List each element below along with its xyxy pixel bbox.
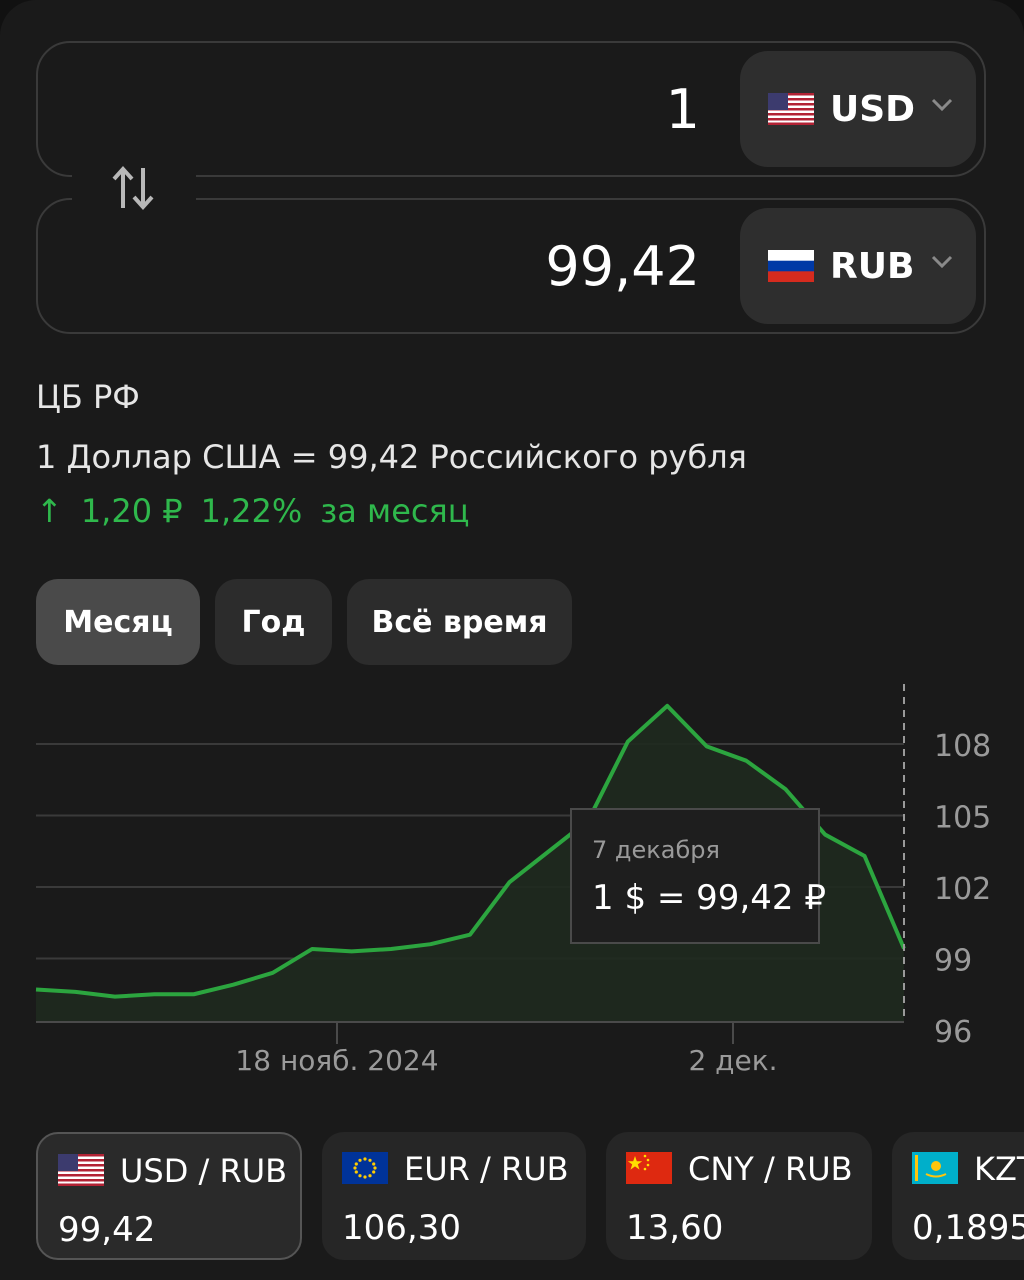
pair-name: EUR / RUB xyxy=(404,1150,569,1188)
converter-card: 1 USD 99,42 RUB ЦБ РФ 1 Доллар США = 99,… xyxy=(0,0,1024,1280)
pair-value: 106,30 xyxy=(342,1208,461,1248)
change-period: за месяц xyxy=(320,492,470,530)
swap-currencies-button[interactable] xyxy=(104,160,162,216)
from-currency-code: USD xyxy=(830,88,916,130)
pair-usd-rub[interactable]: USD / RUB 99,42 xyxy=(36,1132,302,1260)
swap-arrows-icon xyxy=(112,166,154,210)
pair-cny-rub[interactable]: CNY / RUB 13,60 xyxy=(606,1132,872,1260)
rate-source: ЦБ РФ xyxy=(36,378,140,416)
eu-flag-icon xyxy=(342,1152,388,1184)
y-tick-label: 105 xyxy=(934,801,991,836)
to-currency-code: RUB xyxy=(830,245,915,287)
cn-flag-icon xyxy=(626,1152,672,1184)
pair-value: 13,60 xyxy=(626,1208,724,1248)
chevron-down-icon xyxy=(931,98,953,112)
from-amount-field[interactable]: 1 USD xyxy=(36,41,986,177)
to-amount-field[interactable]: 99,42 RUB xyxy=(36,198,986,334)
change-percent: 1,22% xyxy=(200,492,303,530)
chart-tooltip: 7 декабря 1 $ = 99,42 ₽ xyxy=(570,808,826,944)
rate-change: ↑ 1,20 ₽ 1,22% за месяц xyxy=(36,492,488,530)
pair-kzt-rub[interactable]: KZT / RUB 0,1895 xyxy=(892,1132,1024,1260)
us-flag-icon xyxy=(58,1154,104,1186)
pair-name: USD / RUB xyxy=(120,1152,288,1190)
change-absolute: 1,20 ₽ xyxy=(80,492,183,530)
x-tick-label: 2 дек. xyxy=(688,1044,777,1077)
x-tick-label: 18 нояб. 2024 xyxy=(235,1044,438,1077)
period-tabs: Месяц Год Всё время xyxy=(36,579,587,665)
y-tick-label: 108 xyxy=(934,729,991,764)
y-tick-label: 96 xyxy=(934,1015,972,1050)
y-tick-label: 102 xyxy=(934,872,991,907)
y-tick-label: 99 xyxy=(934,944,972,979)
tooltip-value: 1 $ = 99,42 ₽ xyxy=(592,878,826,918)
to-currency-select[interactable]: RUB xyxy=(740,208,976,324)
tab-month[interactable]: Месяц xyxy=(36,579,200,665)
us-flag-icon xyxy=(768,93,814,125)
pair-name: KZT / RUB xyxy=(974,1150,1024,1188)
kz-flag-icon xyxy=(912,1152,958,1184)
pair-value: 0,1895 xyxy=(912,1208,1024,1248)
from-currency-select[interactable]: USD xyxy=(740,51,976,167)
to-amount-value[interactable]: 99,42 xyxy=(545,200,700,332)
rate-description: 1 Доллар США = 99,42 Российского рубля xyxy=(36,438,747,476)
chevron-down-icon xyxy=(931,255,953,269)
pair-eur-rub[interactable]: EUR / RUB 106,30 xyxy=(322,1132,586,1260)
currency-pairs: USD / RUB 99,42 EUR / RUB 106,30 CNY / R… xyxy=(36,1132,1024,1260)
arrow-up-icon: ↑ xyxy=(36,492,63,530)
rate-chart[interactable]: 108 105 102 99 96 18 нояб. 2024 2 дек. xyxy=(0,680,1024,1100)
from-amount-value[interactable]: 1 xyxy=(666,43,700,175)
tab-all-time[interactable]: Всё время xyxy=(347,579,572,665)
pair-value: 99,42 xyxy=(58,1210,156,1250)
ru-flag-icon xyxy=(768,250,814,282)
tooltip-date: 7 декабря xyxy=(592,836,720,864)
tab-year[interactable]: Год xyxy=(215,579,332,665)
pair-name: CNY / RUB xyxy=(688,1150,853,1188)
